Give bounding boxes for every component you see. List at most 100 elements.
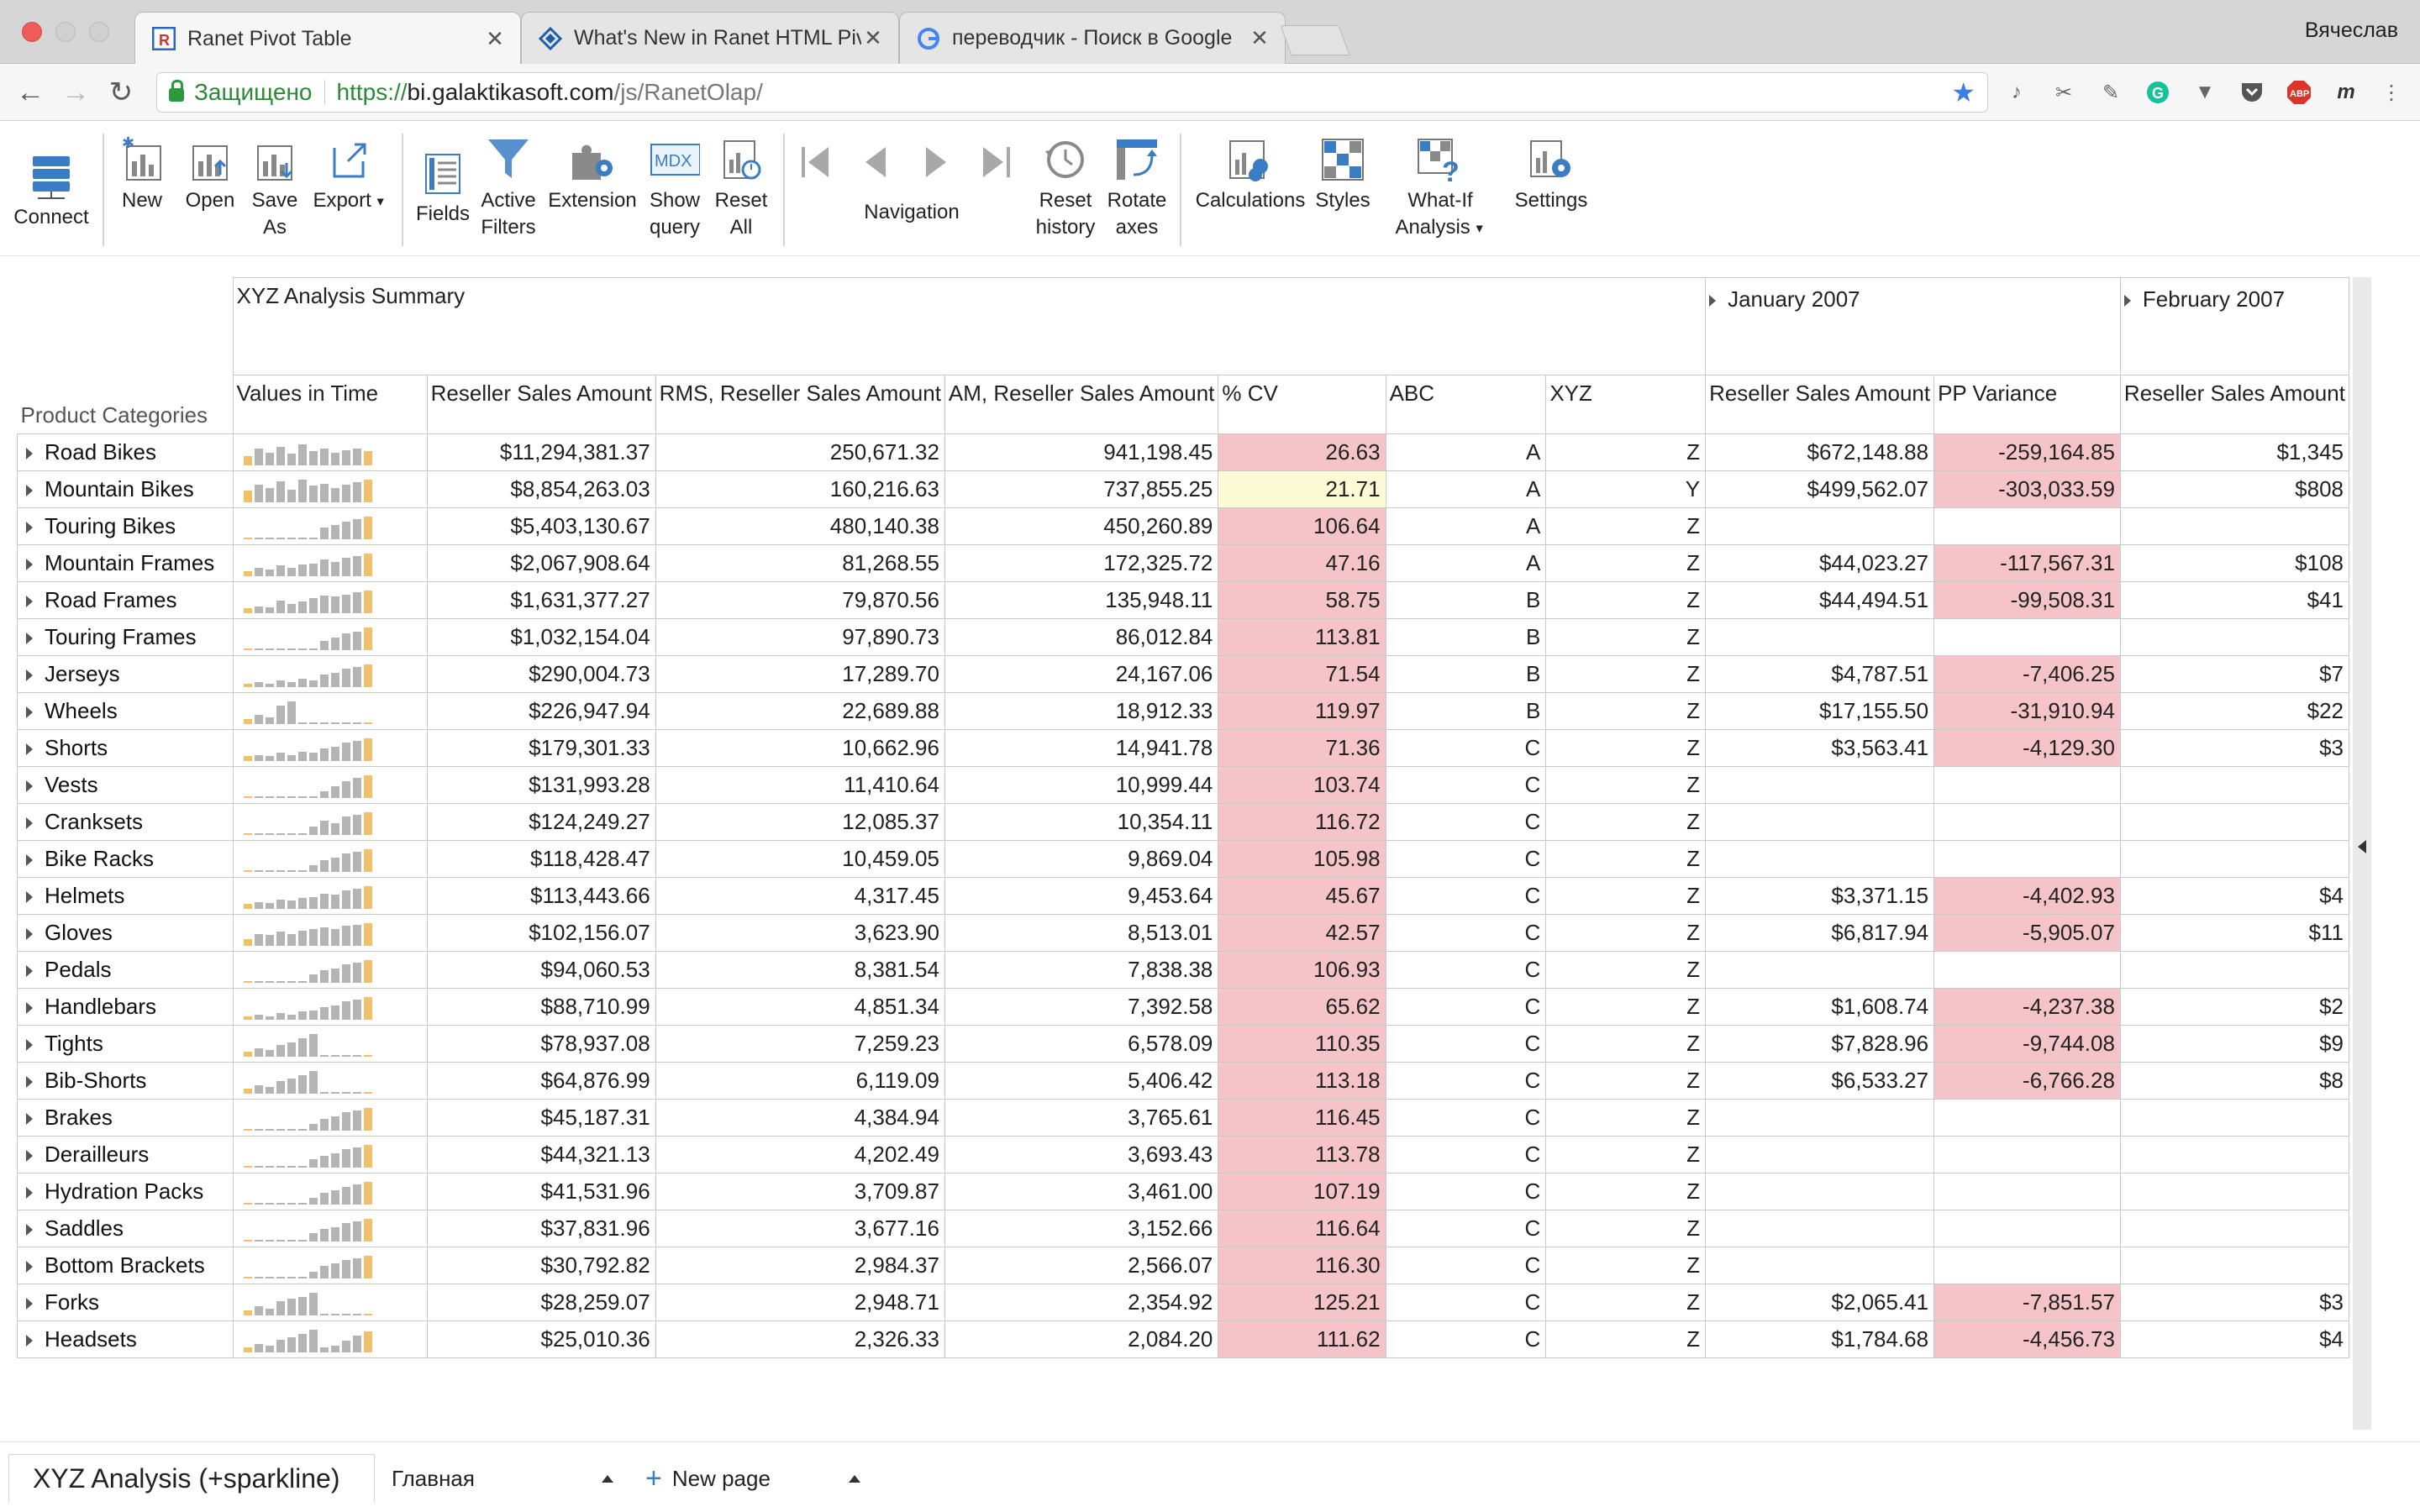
jan-reseller-sales-cell[interactable] — [1705, 1136, 1935, 1173]
column-header[interactable]: ABC — [1385, 375, 1547, 434]
row-member[interactable]: Cranksets — [17, 803, 234, 841]
reseller-sales-amount-cell[interactable]: $78,937.08 — [426, 1025, 656, 1063]
abc-class-cell[interactable]: A — [1385, 470, 1547, 508]
abc-class-cell[interactable]: B — [1385, 692, 1547, 730]
jan-pp-variance-cell[interactable] — [1933, 507, 2121, 545]
jan-reseller-sales-cell[interactable] — [1705, 618, 1935, 656]
row-member[interactable]: Derailleurs — [17, 1136, 234, 1173]
expand-arrow-icon[interactable] — [26, 706, 33, 719]
feb-reseller-sales-cell[interactable] — [2119, 507, 2349, 545]
tab-close-icon[interactable]: ✕ — [1248, 25, 1271, 51]
reload-icon[interactable]: ↻ — [104, 76, 138, 109]
rms-cell[interactable]: 4,317.45 — [655, 877, 945, 915]
xyz-class-cell[interactable]: Y — [1545, 470, 1707, 508]
xyz-class-cell[interactable]: Z — [1545, 1284, 1707, 1321]
jan-pp-variance-cell[interactable]: -4,237.38 — [1933, 988, 2121, 1026]
expand-arrow-icon[interactable] — [26, 965, 33, 978]
jan-pp-variance-cell[interactable] — [1933, 618, 2121, 656]
jan-reseller-sales-cell[interactable] — [1705, 1099, 1935, 1137]
rms-cell[interactable]: 10,459.05 — [655, 840, 945, 878]
new-page-menu-caret-icon[interactable] — [849, 1474, 860, 1483]
settings-button[interactable]: Settings — [1509, 134, 1593, 214]
abc-class-cell[interactable]: C — [1385, 766, 1547, 804]
abc-class-cell[interactable]: C — [1385, 840, 1547, 878]
profile-name[interactable]: Вячеслав — [2305, 18, 2398, 43]
browser-tab-whats-new[interactable]: What's New in Ranet HTML Pivot ✕ — [521, 12, 899, 64]
rms-cell[interactable]: 10,662.96 — [655, 729, 945, 767]
jan-reseller-sales-cell[interactable]: $3,371.15 — [1705, 877, 1935, 915]
new-tab-button[interactable] — [1280, 25, 1350, 55]
cv-percent-cell[interactable]: 42.57 — [1218, 914, 1386, 952]
xyz-class-cell[interactable]: Z — [1545, 1320, 1707, 1358]
jan-pp-variance-cell[interactable] — [1933, 766, 2121, 804]
row-member[interactable]: Touring Frames — [17, 618, 234, 656]
feb-reseller-sales-cell[interactable]: $808 — [2119, 470, 2349, 508]
cv-percent-cell[interactable]: 47.16 — [1218, 544, 1386, 582]
jan-pp-variance-cell[interactable]: -31,910.94 — [1933, 692, 2121, 730]
cv-percent-cell[interactable]: 116.30 — [1218, 1247, 1386, 1284]
cv-percent-cell[interactable]: 110.35 — [1218, 1025, 1386, 1063]
am-cell[interactable]: 86,012.84 — [944, 618, 1219, 656]
feb-reseller-sales-cell[interactable]: $9 — [2119, 1025, 2349, 1063]
abc-class-cell[interactable]: B — [1385, 655, 1547, 693]
cv-percent-cell[interactable]: 26.63 — [1218, 433, 1386, 471]
column-header[interactable]: XYZ — [1545, 375, 1707, 434]
feb-reseller-sales-cell[interactable] — [2119, 951, 2349, 989]
abc-class-cell[interactable]: B — [1385, 581, 1547, 619]
jan-pp-variance-cell[interactable] — [1933, 1099, 2121, 1137]
reseller-sales-amount-cell[interactable]: $179,301.33 — [426, 729, 656, 767]
vpn-icon[interactable]: ▼ — [2191, 79, 2218, 106]
rms-cell[interactable]: 17,289.70 — [655, 655, 945, 693]
jan-pp-variance-cell[interactable]: -5,905.07 — [1933, 914, 2121, 952]
jan-pp-variance-cell[interactable]: -117,567.31 — [1933, 544, 2121, 582]
new-page-button[interactable]: + New page — [645, 1454, 860, 1503]
am-cell[interactable]: 2,566.07 — [944, 1247, 1219, 1284]
export-button[interactable]: Export ▼ — [308, 134, 392, 215]
xyz-class-cell[interactable]: Z — [1545, 951, 1707, 989]
row-member[interactable]: Helmets — [17, 877, 234, 915]
jan-pp-variance-cell[interactable] — [1933, 1136, 2121, 1173]
feb-reseller-sales-cell[interactable]: $3 — [2119, 729, 2349, 767]
abc-class-cell[interactable]: C — [1385, 1247, 1547, 1284]
xyz-class-cell[interactable]: Z — [1545, 544, 1707, 582]
jan-reseller-sales-cell[interactable]: $44,023.27 — [1705, 544, 1935, 582]
feb-reseller-sales-cell[interactable] — [2119, 803, 2349, 841]
calculations-button[interactable]: Calculations — [1190, 134, 1311, 214]
am-cell[interactable]: 24,167.06 — [944, 655, 1219, 693]
cv-percent-cell[interactable]: 116.72 — [1218, 803, 1386, 841]
url-input[interactable]: Защищено https:// bi.galaktikasoft.com /… — [156, 72, 1988, 113]
cv-percent-cell[interactable]: 45.67 — [1218, 877, 1386, 915]
reseller-sales-amount-cell[interactable]: $102,156.07 — [426, 914, 656, 952]
reset-history-button[interactable]: Reset history — [1030, 134, 1101, 241]
feb-reseller-sales-cell[interactable]: $22 — [2119, 692, 2349, 730]
jan-pp-variance-cell[interactable]: -6,766.28 — [1933, 1062, 2121, 1100]
jan-reseller-sales-cell[interactable]: $44,494.51 — [1705, 581, 1935, 619]
xyz-class-cell[interactable]: Z — [1545, 988, 1707, 1026]
show-query-button[interactable]: MDX Show query — [644, 134, 706, 241]
abc-class-cell[interactable]: C — [1385, 1320, 1547, 1358]
expand-arrow-icon[interactable] — [26, 522, 33, 534]
reseller-sales-amount-cell[interactable]: $5,403,130.67 — [426, 507, 656, 545]
cv-percent-cell[interactable]: 111.62 — [1218, 1320, 1386, 1358]
abc-class-cell[interactable]: C — [1385, 729, 1547, 767]
reseller-sales-amount-cell[interactable]: $30,792.82 — [426, 1247, 656, 1284]
jan-pp-variance-cell[interactable] — [1933, 951, 2121, 989]
page-tab-home[interactable]: Главная — [392, 1454, 613, 1503]
cv-percent-cell[interactable]: 106.93 — [1218, 951, 1386, 989]
xyz-class-cell[interactable]: Z — [1545, 1062, 1707, 1100]
xyz-class-cell[interactable]: Z — [1545, 840, 1707, 878]
abc-class-cell[interactable]: C — [1385, 988, 1547, 1026]
reseller-sales-amount-cell[interactable]: $1,631,377.27 — [426, 581, 656, 619]
column-header[interactable]: PP Variance — [1933, 375, 2121, 434]
tab-close-icon[interactable]: ✕ — [483, 26, 507, 52]
am-cell[interactable]: 10,354.11 — [944, 803, 1219, 841]
expand-arrow-icon[interactable] — [26, 1261, 33, 1273]
jan-reseller-sales-cell[interactable]: $2,065.41 — [1705, 1284, 1935, 1321]
rms-cell[interactable]: 79,870.56 — [655, 581, 945, 619]
cv-percent-cell[interactable]: 119.97 — [1218, 692, 1386, 730]
expand-arrow-icon[interactable] — [26, 1002, 33, 1015]
feb-reseller-sales-cell[interactable]: $1,345 — [2119, 433, 2349, 471]
abc-class-cell[interactable]: C — [1385, 1062, 1547, 1100]
jan-reseller-sales-cell[interactable]: $3,563.41 — [1705, 729, 1935, 767]
row-member[interactable]: Mountain Frames — [17, 544, 234, 582]
